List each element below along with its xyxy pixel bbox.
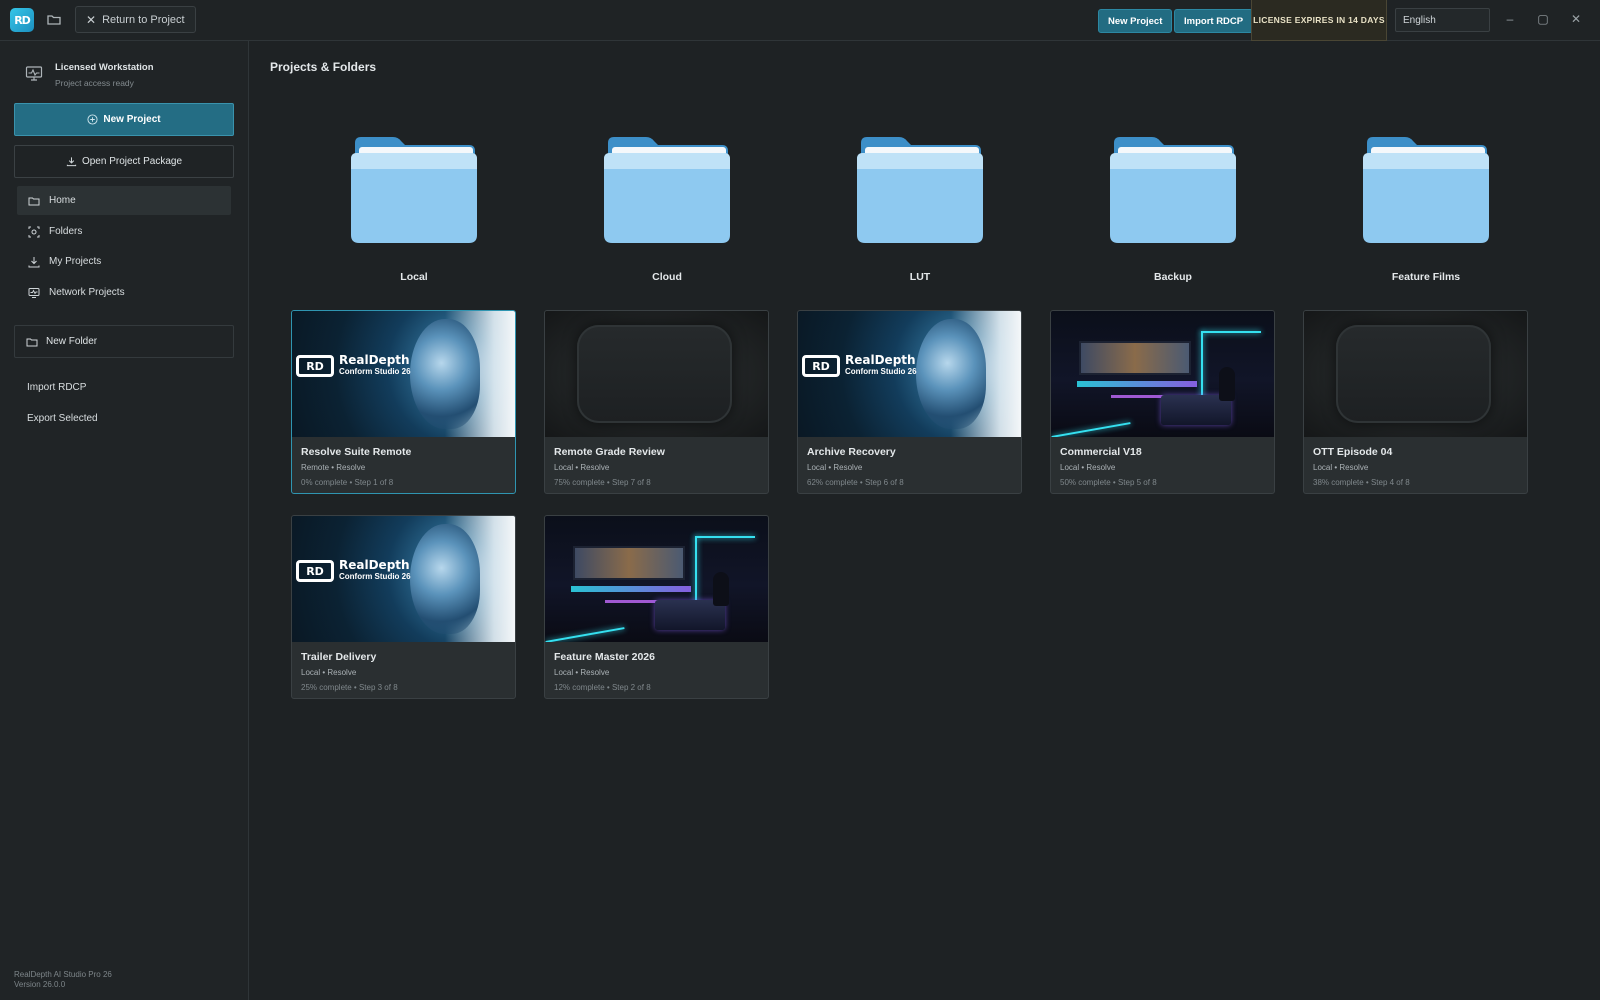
folder-icon bbox=[857, 137, 983, 243]
sidebar-item-folders[interactable]: Folders bbox=[17, 217, 231, 246]
project-thumbnail bbox=[1304, 311, 1527, 437]
project-name: Trailer Delivery bbox=[301, 651, 377, 663]
project-name: Feature Master 2026 bbox=[554, 651, 655, 663]
workstation-title: Licensed Workstation bbox=[55, 62, 154, 73]
folder-icon bbox=[351, 137, 477, 243]
app-logo[interactable]: RD bbox=[10, 8, 34, 32]
folder-label[interactable]: Local bbox=[334, 271, 494, 283]
brand-logo: RD RealDepth Conform Studio 26 bbox=[296, 354, 411, 377]
project-name: Commercial V18 bbox=[1060, 446, 1142, 458]
project-thumbnail: RD RealDepth Conform Studio 26 bbox=[292, 516, 515, 642]
maximize-button[interactable]: ▢ bbox=[1535, 11, 1551, 27]
plus-circle-icon bbox=[87, 114, 98, 125]
project-thumbnail bbox=[545, 516, 768, 642]
minimize-button[interactable]: – bbox=[1502, 11, 1518, 27]
project-name: Remote Grade Review bbox=[554, 446, 665, 458]
project-card[interactable]: Feature Master 2026 Local • Resolve 12% co… bbox=[544, 515, 769, 699]
brand-logo: RD RealDepth Conform Studio 26 bbox=[296, 559, 411, 582]
folder-tile[interactable] bbox=[855, 135, 985, 285]
folder-tile[interactable] bbox=[1108, 135, 1238, 285]
folder-label[interactable]: Feature Films bbox=[1346, 271, 1506, 283]
close-window-button[interactable]: ✕ bbox=[1568, 11, 1584, 27]
project-meta: Remote • Resolve bbox=[301, 463, 366, 472]
project-card[interactable]: OTT Episode 04 Local • Resolve 38% complet… bbox=[1303, 310, 1528, 494]
project-progress: 38% complete • Step 4 of 8 bbox=[1313, 478, 1410, 487]
new-project-button[interactable]: New Project bbox=[1098, 9, 1173, 33]
import-rdcp-button[interactable]: Import RDCP bbox=[1174, 9, 1254, 33]
rd-logo-icon: RD bbox=[802, 355, 840, 377]
project-progress: 50% complete • Step 5 of 8 bbox=[1060, 478, 1157, 487]
project-name: OTT Episode 04 bbox=[1313, 446, 1393, 458]
workstation-subtitle: Project access ready bbox=[55, 78, 134, 88]
project-meta: Local • Resolve bbox=[554, 668, 610, 677]
folder-icon bbox=[1110, 137, 1236, 243]
folder-icon[interactable] bbox=[46, 12, 62, 28]
folder-tile[interactable] bbox=[349, 135, 479, 285]
folder-plus-icon bbox=[26, 338, 38, 346]
project-card[interactable]: RD RealDepth Conform Studio 26 Trailer Deli… bbox=[291, 515, 516, 699]
project-card[interactable]: Commercial V18 Local • Resolve 50% complet… bbox=[1050, 310, 1275, 494]
project-progress: 12% complete • Step 2 of 8 bbox=[554, 683, 651, 692]
project-progress: 0% complete • Step 1 of 8 bbox=[301, 478, 394, 487]
folder-tile[interactable] bbox=[602, 135, 732, 285]
brand-logo: RD RealDepth Conform Studio 26 bbox=[802, 354, 917, 377]
page-title: Projects & Folders bbox=[270, 60, 377, 74]
folder-label[interactable]: Backup bbox=[1093, 271, 1253, 283]
project-meta: Local • Resolve bbox=[1060, 463, 1116, 472]
project-thumbnail bbox=[545, 311, 768, 437]
download-icon bbox=[66, 157, 77, 167]
project-progress: 62% complete • Step 6 of 8 bbox=[807, 478, 904, 487]
project-card[interactable]: Remote Grade Review Local • Resolve 75% co… bbox=[544, 310, 769, 494]
rd-logo-icon: RD bbox=[296, 355, 334, 377]
folder-icon bbox=[604, 137, 730, 243]
new-folder-button[interactable]: New Folder bbox=[14, 325, 234, 358]
project-meta: Local • Resolve bbox=[1313, 463, 1369, 472]
rd-logo-icon: RD bbox=[296, 560, 334, 582]
close-icon: ✕ bbox=[86, 12, 97, 27]
language-select[interactable]: English bbox=[1395, 8, 1490, 32]
workstation-status: Licensed Workstation Project access read… bbox=[25, 62, 154, 88]
version-info: RealDepth AI Studio Pro 26 Version 26.0.… bbox=[14, 970, 112, 989]
network-icon bbox=[28, 287, 40, 298]
folder-label[interactable]: LUT bbox=[840, 271, 1000, 283]
project-progress: 75% complete • Step 7 of 8 bbox=[554, 478, 651, 487]
sidebar-item-home[interactable]: Home bbox=[17, 186, 231, 215]
sidebar-item-network-projects[interactable]: Network Projects bbox=[17, 278, 231, 307]
project-name: Archive Recovery bbox=[807, 446, 896, 458]
project-thumbnail: RD RealDepth Conform Studio 26 bbox=[292, 311, 515, 437]
project-card[interactable]: RD RealDepth Conform Studio 26 Resolve Suit… bbox=[291, 310, 516, 494]
export-selected-link[interactable]: Export Selected bbox=[27, 413, 98, 424]
monitor-pulse-icon bbox=[25, 66, 43, 81]
folders-icon bbox=[28, 226, 40, 237]
open-project-package-button[interactable]: Open Project Package bbox=[14, 145, 234, 178]
folder-open-icon bbox=[28, 197, 40, 205]
folder-icon bbox=[1363, 137, 1489, 243]
sidebar: Licensed Workstation Project access read… bbox=[0, 41, 249, 1000]
project-meta: Local • Resolve bbox=[554, 463, 610, 472]
project-thumbnail: RD RealDepth Conform Studio 26 bbox=[798, 311, 1021, 437]
sidebar-item-my-projects[interactable]: My Projects bbox=[17, 247, 231, 276]
project-name: Resolve Suite Remote bbox=[301, 446, 412, 458]
top-bar: RD ✕ Return to Project New Project Impor… bbox=[0, 0, 1600, 41]
project-meta: Local • Resolve bbox=[807, 463, 863, 472]
project-card[interactable]: RD RealDepth Conform Studio 26 Archive Reco… bbox=[797, 310, 1022, 494]
download-icon bbox=[28, 256, 40, 267]
sidebar-new-project-button[interactable]: New Project bbox=[14, 103, 234, 136]
license-badge[interactable]: LICENSE EXPIRES IN 14 DAYS bbox=[1251, 0, 1387, 41]
folder-label[interactable]: Cloud bbox=[587, 271, 747, 283]
return-to-project-button[interactable]: ✕ Return to Project bbox=[75, 6, 196, 33]
folder-tile[interactable] bbox=[1361, 135, 1491, 285]
project-thumbnail bbox=[1051, 311, 1274, 437]
project-meta: Local • Resolve bbox=[301, 668, 357, 677]
import-rdcp-link[interactable]: Import RDCP bbox=[27, 382, 86, 393]
project-progress: 25% complete • Step 3 of 8 bbox=[301, 683, 398, 692]
